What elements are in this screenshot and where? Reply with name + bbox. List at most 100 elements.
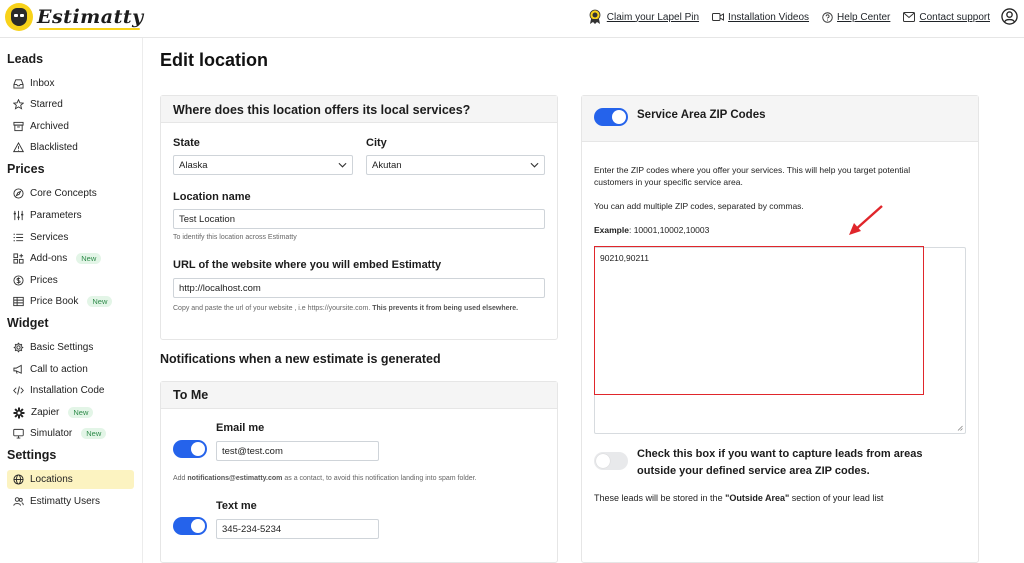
contact-support-link[interactable]: Contact support [903, 12, 990, 23]
sidebar-item-archived[interactable]: Archived [7, 117, 134, 136]
zip-codes-heading: Service Area ZIP Codes [637, 109, 766, 121]
email-input[interactable]: test@test.com [216, 441, 379, 461]
users-icon [13, 497, 24, 506]
top-bar: Estimatty Claim your Lapel Pin Installat… [0, 0, 1024, 38]
sidebar-item-label: Estimatty Users [30, 496, 101, 507]
claim-lapel-pin-link[interactable]: Claim your Lapel Pin [587, 9, 699, 25]
mail-icon [903, 12, 916, 22]
sidebar-item-installation-code[interactable]: Installation Code [7, 381, 134, 400]
sidebar: Leads Inbox Starred Archived Blacklisted… [0, 38, 143, 563]
sidebar-item-label: Blacklisted [30, 142, 78, 153]
new-badge: New [81, 428, 107, 439]
help-center-link[interactable]: Help Center [822, 12, 890, 23]
resize-grip-icon[interactable] [957, 425, 963, 431]
website-url-hint: Copy and paste the url of your website ,… [173, 302, 543, 316]
sidebar-item-zapier[interactable]: Zapier New [7, 403, 134, 422]
new-badge: New [76, 253, 102, 264]
sidebar-item-services[interactable]: Services [7, 228, 134, 247]
monitor-icon [13, 428, 24, 439]
user-account-icon[interactable] [1001, 8, 1018, 25]
location-card-heading: Where does this location offers its loca… [161, 96, 557, 123]
text-me-toggle[interactable] [173, 517, 207, 535]
website-url-input[interactable]: http://localhost.com [173, 278, 545, 298]
zip-codes-intro: Enter the ZIP codes where you offer your… [594, 165, 911, 187]
new-badge: New [68, 407, 94, 418]
city-label: City [366, 137, 387, 149]
sidebar-section-prices: Prices [7, 162, 45, 176]
sliders-icon [13, 210, 24, 221]
arrow-annotation-icon [849, 205, 883, 235]
brand-logo[interactable]: Estimatty [5, 3, 144, 31]
contact-support-label: Contact support [919, 11, 990, 23]
sidebar-item-label: Services [30, 232, 69, 243]
header-links: Claim your Lapel Pin Installation Videos… [587, 9, 990, 25]
outside-area-note-prefix: These leads will be stored in the [594, 493, 726, 503]
state-select-value: Alaska [179, 159, 208, 171]
sidebar-item-label: Installation Code [30, 385, 105, 396]
sidebar-item-inbox[interactable]: Inbox [7, 74, 134, 93]
help-center-label: Help Center [837, 11, 891, 23]
gear-icon [13, 342, 24, 353]
zip-codes-value: 90210,90211 [600, 253, 650, 263]
state-select[interactable]: Alaska [173, 155, 353, 175]
sidebar-item-call-to-action[interactable]: Call to action [7, 360, 134, 379]
outside-area-note-suffix: section of your lead list [789, 493, 884, 503]
brand-logo-mark [5, 3, 33, 31]
inbox-icon [13, 79, 24, 89]
sidebar-item-label: Archived [30, 121, 69, 132]
email-me-label: Email me [216, 422, 265, 434]
sidebar-item-prices[interactable]: Prices [7, 271, 134, 290]
sidebar-item-locations[interactable]: Locations [7, 470, 134, 489]
sidebar-item-simulator[interactable]: Simulator New [7, 424, 134, 443]
website-url-hint-text: Copy and paste the url of your website ,… [173, 305, 371, 312]
city-select-value: Akutan [372, 159, 402, 171]
email-hint-suffix: as a contact, to avoid this notification… [282, 475, 477, 482]
list-icon [13, 233, 24, 242]
compass-icon [13, 188, 24, 199]
example-value: : 10001,10002,10003 [628, 225, 710, 235]
location-name-hint: To identify this location across Estimat… [173, 234, 297, 241]
help-circle-icon [822, 11, 833, 23]
award-icon [589, 9, 601, 24]
location-name-input[interactable]: Test Location [173, 209, 545, 229]
email-hint-prefix: Add [173, 475, 188, 482]
zip-codes-multi-note: You can add multiple ZIP codes, separate… [594, 201, 804, 211]
sidebar-item-estimatty-users[interactable]: Estimatty Users [7, 492, 134, 511]
zip-codes-textarea[interactable]: 90210,90211 [594, 247, 966, 434]
sidebar-item-label: Simulator [30, 428, 73, 439]
email-hint-bold: notifications@estimatty.com [187, 475, 283, 482]
sidebar-item-core-concepts[interactable]: Core Concepts [7, 184, 134, 203]
megaphone-icon [13, 364, 22, 374]
state-label: State [173, 137, 200, 149]
outside-area-note-bold: "Outside Area" [725, 493, 790, 503]
sidebar-item-label: Locations [30, 474, 73, 485]
website-url-label: URL of the website where you will embed … [173, 259, 442, 271]
outside-area-note: These leads will be stored in the "Outsi… [594, 493, 883, 503]
sidebar-item-add-ons[interactable]: Add-ons New [7, 249, 134, 268]
email-me-toggle[interactable] [173, 440, 207, 458]
video-icon [712, 13, 725, 21]
sidebar-item-parameters[interactable]: Parameters [7, 206, 134, 225]
sidebar-section-widget: Widget [7, 316, 49, 330]
outside-area-toggle[interactable] [594, 452, 628, 470]
sidebar-item-blacklisted[interactable]: Blacklisted [7, 138, 134, 157]
code-icon [13, 386, 24, 395]
outside-area-label: Check this box if you want to capture le… [637, 448, 923, 477]
text-me-label: Text me [216, 500, 257, 512]
warning-icon [13, 142, 24, 153]
sidebar-item-label: Basic Settings [30, 342, 94, 353]
zip-codes-toggle[interactable] [594, 108, 628, 126]
new-badge: New [87, 296, 113, 307]
installation-videos-label: Installation Videos [728, 11, 810, 23]
example-label: Example [594, 225, 629, 235]
sidebar-section-settings: Settings [7, 448, 57, 462]
sidebar-item-label: Prices [30, 275, 58, 286]
sidebar-item-starred[interactable]: Starred [7, 95, 134, 114]
location-name-label: Location name [173, 191, 251, 203]
city-select[interactable]: Akutan [366, 155, 545, 175]
notifications-section-title: Notifications when a new estimate is gen… [160, 352, 441, 366]
sidebar-item-price-book[interactable]: Price Book New [7, 292, 134, 311]
sidebar-item-basic-settings[interactable]: Basic Settings [7, 338, 134, 357]
phone-input[interactable]: 345-234-5234 [216, 519, 379, 539]
installation-videos-link[interactable]: Installation Videos [712, 12, 809, 23]
